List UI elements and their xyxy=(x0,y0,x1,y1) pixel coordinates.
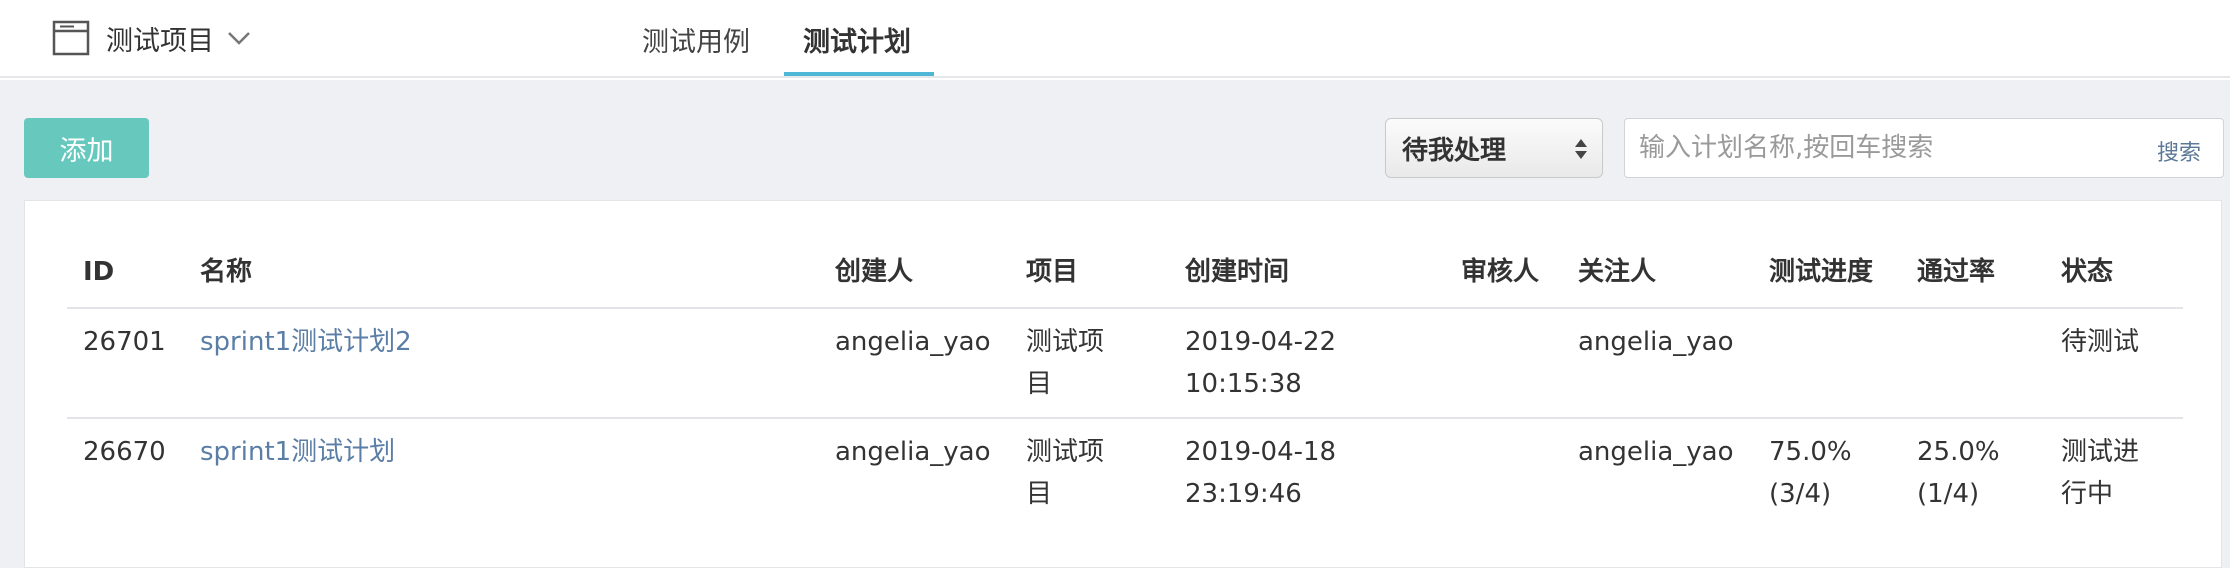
cell-project-cont: 目 xyxy=(1026,479,1053,509)
cell-pass-rate: 25.0% xyxy=(1917,437,2000,467)
cell-project: 测试项 xyxy=(1026,327,1105,357)
plan-name-link[interactable]: sprint1测试计划2 xyxy=(200,321,412,363)
cell-project: 测试项 xyxy=(1026,437,1105,467)
col-header-follower: 关注人 xyxy=(1578,257,1657,287)
filter-select[interactable]: 待我处理 xyxy=(1385,118,1603,178)
col-header-name: 名称 xyxy=(200,257,253,287)
window-icon xyxy=(52,20,90,56)
cell-project-cont: 目 xyxy=(1026,369,1053,399)
cell-status: 测试进 xyxy=(2061,437,2140,467)
col-header-status: 状态 xyxy=(2061,257,2114,287)
cell-id: 26701 xyxy=(83,327,166,357)
cell-created-time: 23:19:46 xyxy=(1185,479,1302,509)
search-button[interactable]: 搜索 xyxy=(2157,135,2201,167)
col-header-pass-rate: 通过率 xyxy=(1917,257,1996,287)
col-header-project: 项目 xyxy=(1026,257,1079,287)
top-bar: 测试项目 测试用例 测试计划 xyxy=(0,0,2230,78)
tab-test-plans[interactable]: 测试计划 xyxy=(803,20,911,59)
cell-follower: angelia_yao xyxy=(1578,327,1734,357)
cell-created-time: 10:15:38 xyxy=(1185,369,1302,399)
col-header-progress: 测试进度 xyxy=(1769,257,1874,287)
cell-created-date: 2019-04-18 xyxy=(1185,437,1337,467)
cell-pass-count: (1/4) xyxy=(1917,479,1980,509)
filter-selected-value: 待我处理 xyxy=(1402,135,1507,166)
cell-created-date: 2019-04-22 xyxy=(1185,327,1337,357)
plan-name-link[interactable]: sprint1测试计划 xyxy=(200,431,395,473)
search-input[interactable] xyxy=(1637,127,2117,169)
project-selector[interactable]: 测试项目 xyxy=(52,18,252,58)
col-header-created-time: 创建时间 xyxy=(1185,257,1290,287)
main-content: 添加 待我处理 搜索 ID 名称 创建人 项目 创建时间 审核人 关注人 测试进… xyxy=(0,80,2230,568)
cell-creator: angelia_yao xyxy=(835,327,991,357)
row-divider xyxy=(67,417,2183,419)
col-header-creator: 创建人 xyxy=(835,257,914,287)
plans-table: ID 名称 创建人 项目 创建时间 审核人 关注人 测试进度 通过率 状态 26… xyxy=(24,200,2222,568)
add-button[interactable]: 添加 xyxy=(24,118,149,178)
cell-progress-count: (3/4) xyxy=(1769,479,1832,509)
search-box: 搜索 xyxy=(1624,118,2224,178)
select-arrows-icon xyxy=(1575,139,1587,159)
chevron-down-icon[interactable] xyxy=(226,29,252,47)
active-tab-indicator xyxy=(784,72,934,76)
cell-follower: angelia_yao xyxy=(1578,437,1734,467)
header-divider xyxy=(67,307,2183,309)
cell-status-cont: 行中 xyxy=(2061,479,2114,509)
tab-test-cases[interactable]: 测试用例 xyxy=(642,20,750,59)
cell-status: 待测试 xyxy=(2061,327,2140,357)
col-header-id: ID xyxy=(83,257,115,287)
col-header-reviewer: 审核人 xyxy=(1461,257,1540,287)
cell-id: 26670 xyxy=(83,437,166,467)
project-name: 测试项目 xyxy=(106,25,214,57)
cell-progress: 75.0% xyxy=(1769,437,1852,467)
cell-creator: angelia_yao xyxy=(835,437,991,467)
